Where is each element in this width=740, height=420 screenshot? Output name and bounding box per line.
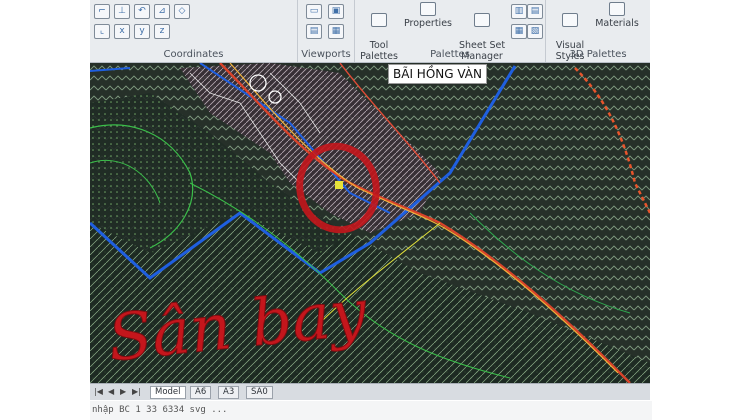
- ucs-z-icon[interactable]: z: [154, 24, 170, 39]
- layout-tabs-bar: |◀ ◀ ▶ ▶| Model A6 A3 SA0: [90, 383, 650, 400]
- sheet-set-manager-icon: [474, 13, 490, 27]
- design-center-icon[interactable]: ▥: [511, 4, 527, 19]
- tab-a6[interactable]: A6: [190, 386, 212, 399]
- coordinates-panel: ⌐ ⊥ ↶ ⊿ ◇ ⌞ x y z Coordinates: [90, 0, 298, 62]
- marked-parcel: [335, 181, 343, 189]
- materials-icon: [609, 2, 625, 16]
- calculator-icon[interactable]: ▦: [511, 24, 527, 39]
- palettes-panel-title: Palettes: [430, 49, 470, 60]
- viewport-clip-icon[interactable]: ▦: [328, 24, 344, 39]
- tool-palettes-icon: [371, 13, 387, 27]
- tab-sa0[interactable]: SA0: [246, 386, 273, 399]
- last-tab-icon[interactable]: ▶|: [132, 387, 141, 396]
- next-tab-icon[interactable]: ▶: [120, 387, 126, 396]
- drawing-canvas[interactable]: Sân bay BÃI HỒNG VÀN: [90, 62, 650, 384]
- tab-model[interactable]: Model: [150, 386, 186, 399]
- properties-button[interactable]: Properties: [403, 2, 453, 29]
- ucs-y-icon[interactable]: y: [134, 24, 150, 39]
- ucs-x-icon[interactable]: x: [114, 24, 130, 39]
- viewports-panel-title: Viewports: [301, 49, 351, 60]
- viewports-panel: ▭ ▣ ▤ ▦ Viewports: [298, 0, 355, 62]
- ucs-world-icon[interactable]: ⊥: [114, 4, 130, 19]
- properties-icon: [420, 2, 436, 16]
- command-line[interactable]: nhập BC 1 33 6334 svg ...: [90, 401, 652, 420]
- ucs-object-icon[interactable]: ◇: [174, 4, 190, 19]
- monitor-screen: ⌐ ⊥ ↶ ⊿ ◇ ⌞ x y z Coordinates ▭ ▣ ▤ ▦ Vi…: [90, 0, 650, 400]
- external-refs-icon[interactable]: ▧: [527, 24, 543, 39]
- viewport-join-icon[interactable]: ▤: [306, 24, 322, 39]
- viewport-named-icon[interactable]: ▣: [328, 4, 344, 19]
- ucs-icon[interactable]: ⌐: [94, 4, 110, 19]
- palettes-panel: Tool Palettes Properties Sheet Set Manag…: [355, 0, 546, 62]
- first-tab-icon[interactable]: |◀: [94, 387, 103, 396]
- palettes-3d-panel: Visual Styles Materials 3D Palettes: [546, 0, 650, 62]
- properties-label: Properties: [403, 18, 452, 29]
- visual-styles-icon: [562, 13, 578, 27]
- tab-a3[interactable]: A3: [218, 386, 240, 399]
- coordinates-panel-title: Coordinates: [163, 49, 224, 60]
- palettes-3d-panel-title: 3D Palettes: [569, 49, 627, 60]
- ucs-previous-icon[interactable]: ↶: [134, 4, 150, 19]
- ucs-origin-icon[interactable]: ⌞: [94, 24, 110, 39]
- cad-drawing: Sân bay: [90, 62, 650, 384]
- markup-icon[interactable]: ▤: [527, 4, 543, 19]
- materials-button[interactable]: Materials: [594, 2, 640, 29]
- town-label: BÃI HỒNG VÀN: [388, 64, 487, 84]
- prev-tab-icon[interactable]: ◀: [108, 387, 114, 396]
- ribbon: ⌐ ⊥ ↶ ⊿ ◇ ⌞ x y z Coordinates ▭ ▣ ▤ ▦ Vi…: [90, 0, 650, 63]
- materials-label: Materials: [595, 18, 639, 29]
- viewport-config-icon[interactable]: ▭: [306, 4, 322, 19]
- ucs-face-icon[interactable]: ⊿: [154, 4, 170, 19]
